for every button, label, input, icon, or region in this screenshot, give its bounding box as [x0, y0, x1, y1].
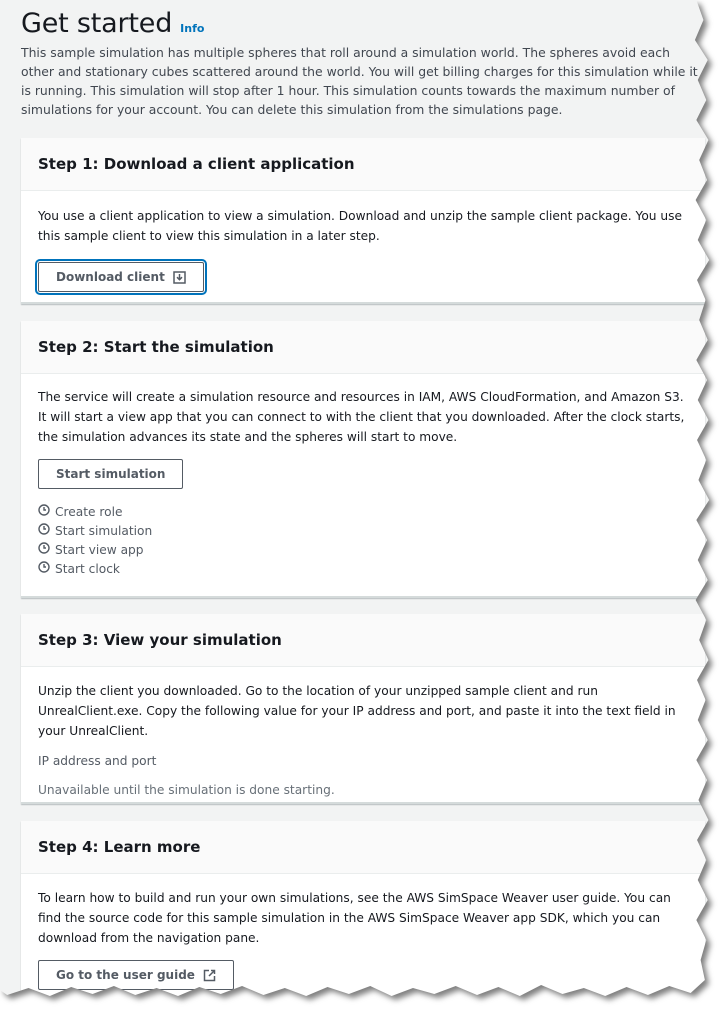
pending-clock-icon: [38, 541, 50, 560]
intro-text: This sample simulation has multiple sphe…: [21, 45, 698, 117]
step1-card: Step 1: Download a client application Yo…: [21, 138, 705, 304]
status-item-label: Start view app: [55, 543, 144, 557]
step4-card: Step 4: Learn more To learn how to build…: [21, 821, 705, 996]
status-item-create-role: Create role: [38, 503, 688, 522]
step3-header: Step 3: View your simulation: [21, 614, 705, 667]
info-link[interactable]: Info: [180, 22, 204, 35]
status-item-label: Start simulation: [55, 524, 153, 538]
step1-title: Step 1: Download a client application: [38, 155, 355, 173]
status-item-start-view-app: Start view app: [38, 541, 688, 560]
status-item-start-simulation: Start simulation: [38, 522, 688, 541]
start-simulation-button[interactable]: Start simulation: [38, 459, 184, 489]
page-header: Get started Info: [21, 8, 204, 39]
start-simulation-label: Start simulation: [56, 467, 166, 481]
step2-card: Step 2: Start the simulation The service…: [21, 321, 705, 598]
step4-title: Step 4: Learn more: [38, 838, 201, 856]
user-guide-button[interactable]: Go to the user guide: [38, 960, 234, 990]
step1-text: You use a client application to view a s…: [38, 209, 682, 243]
simulation-status-list: Create role Start simulation Start view …: [38, 503, 688, 579]
step1-header: Step 1: Download a client application: [21, 138, 705, 191]
step4-text: To learn how to build and run your own s…: [38, 891, 671, 945]
step3-title: Step 3: View your simulation: [38, 631, 282, 649]
pending-clock-icon: [38, 503, 50, 522]
step2-header: Step 2: Start the simulation: [21, 321, 705, 374]
torn-page-frame: Get started Info This sample simulation …: [0, 0, 727, 1024]
external-link-icon: [203, 969, 216, 982]
step3-body: Unzip the client you downloaded. Go to t…: [21, 667, 705, 811]
pending-clock-icon: [38, 522, 50, 541]
step4-body: To learn how to build and run your own s…: [21, 874, 705, 996]
ip-address-value: Unavailable until the simulation is done…: [38, 783, 335, 797]
step4-header: Step 4: Learn more: [21, 821, 705, 874]
status-item-start-clock: Start clock: [38, 560, 688, 579]
page-title: Get started: [21, 8, 173, 39]
step1-body: You use a client application to view a s…: [21, 191, 705, 306]
status-item-label: Create role: [55, 505, 123, 519]
user-guide-label: Go to the user guide: [56, 968, 195, 982]
download-icon: [173, 270, 186, 284]
download-client-button[interactable]: Download client: [35, 259, 207, 295]
page: Get started Info This sample simulation …: [0, 0, 710, 996]
download-client-label: Download client: [56, 270, 165, 284]
step2-body: The service will create a simulation res…: [21, 374, 705, 593]
step3-card: Step 3: View your simulation Unzip the c…: [21, 614, 705, 804]
step2-title: Step 2: Start the simulation: [38, 338, 274, 356]
status-item-label: Start clock: [55, 562, 120, 576]
ip-address-label: IP address and port: [38, 754, 157, 768]
pending-clock-icon: [38, 560, 50, 579]
step3-text: Unzip the client you downloaded. Go to t…: [38, 684, 676, 738]
step2-text: The service will create a simulation res…: [38, 390, 685, 444]
